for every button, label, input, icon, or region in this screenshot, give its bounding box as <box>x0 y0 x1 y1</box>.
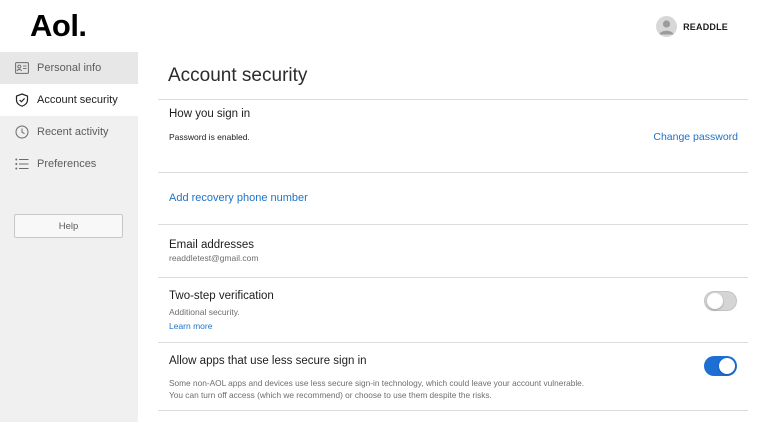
sidebar-item-label: Preferences <box>37 158 97 170</box>
sidebar-item-label: Account security <box>37 94 118 106</box>
sidebar-item-personal-info[interactable]: Personal info <box>0 52 138 84</box>
sign-in-title: How you sign in <box>169 108 251 120</box>
two-step-subtitle: Additional security. <box>169 307 240 317</box>
clock-icon <box>15 125 29 139</box>
id-card-icon <box>15 61 29 75</box>
username: READDLE <box>683 21 728 32</box>
divider <box>158 99 748 100</box>
list-icon <box>15 157 29 171</box>
two-step-toggle[interactable] <box>704 291 737 311</box>
email-address: readdletest@gmail.com <box>169 253 259 263</box>
sidebar: Personal info Account security Recent ac… <box>0 52 138 422</box>
divider <box>158 172 748 173</box>
less-secure-title: Allow apps that use less secure sign in <box>169 355 367 367</box>
sidebar-item-label: Personal info <box>37 62 102 74</box>
email-addresses-title: Email addresses <box>169 239 255 251</box>
change-password-link[interactable]: Change password <box>653 131 738 143</box>
password-status: Password is enabled. <box>169 132 250 142</box>
divider <box>158 224 748 225</box>
sidebar-item-preferences[interactable]: Preferences <box>0 148 138 180</box>
sidebar-item-label: Recent activity <box>37 126 109 138</box>
learn-more-link[interactable]: Learn more <box>169 321 212 331</box>
sidebar-item-recent-activity[interactable]: Recent activity <box>0 116 138 148</box>
divider <box>158 277 748 278</box>
two-step-title: Two-step verification <box>169 290 274 302</box>
add-recovery-phone-link[interactable]: Add recovery phone number <box>169 192 308 204</box>
toggle-knob <box>719 358 735 374</box>
page-title: Account security <box>168 65 308 86</box>
avatar-icon <box>656 16 678 37</box>
user-menu[interactable]: READDLE <box>656 16 728 37</box>
less-secure-toggle[interactable] <box>704 356 737 376</box>
less-secure-desc-2: You can turn off access (which we recomm… <box>169 390 492 400</box>
toggle-knob <box>707 293 723 309</box>
divider <box>158 410 748 411</box>
account-security-page: Aol. READDLE Personal info Account secur… <box>0 0 768 422</box>
divider <box>158 342 748 343</box>
aol-logo[interactable]: Aol. <box>30 8 87 44</box>
sidebar-item-account-security[interactable]: Account security <box>0 84 138 116</box>
help-button[interactable]: Help <box>14 214 123 238</box>
less-secure-desc-1: Some non-AOL apps and devices use less s… <box>169 378 585 388</box>
shield-icon <box>15 93 29 107</box>
